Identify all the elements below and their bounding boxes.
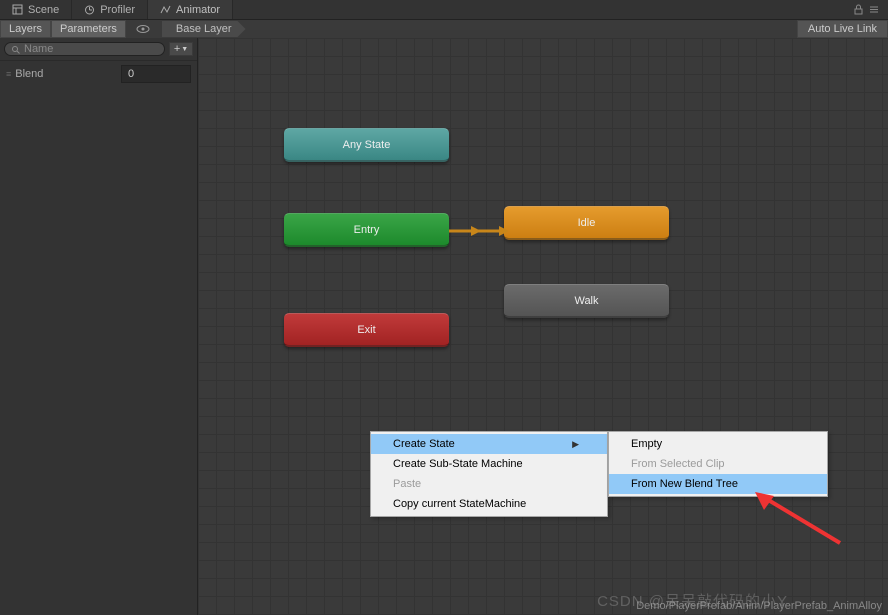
breadcrumb-base-layer[interactable]: Base Layer — [162, 21, 246, 37]
lock-toggle[interactable] — [846, 0, 888, 19]
scene-tab[interactable]: Scene — [0, 0, 72, 19]
eye-icon[interactable] — [132, 24, 154, 34]
menu-label: Copy current StateMachine — [393, 498, 526, 510]
menu-create-state[interactable]: Create State ▶ — [371, 434, 607, 454]
parameter-row[interactable]: ≡ Blend 0 — [0, 61, 197, 87]
animator-tab-label: Animator — [176, 4, 220, 16]
parameters-label: Parameters — [60, 23, 117, 35]
profiler-tab[interactable]: Profiler — [72, 0, 148, 19]
menu-label: From Selected Clip — [631, 458, 725, 470]
node-label: Exit — [357, 324, 375, 336]
chevron-down-icon: ▼ — [181, 46, 188, 53]
transition-entry-idle[interactable] — [449, 224, 509, 238]
animator-subbar: Layers Parameters Base Layer Auto Live L… — [0, 20, 888, 38]
autolive-label: Auto Live Link — [808, 23, 877, 35]
menu-paste: Paste — [371, 474, 607, 494]
entry-node[interactable]: Entry — [284, 213, 449, 247]
node-label: Idle — [578, 217, 596, 229]
exit-node[interactable]: Exit — [284, 313, 449, 347]
submenu-from-selected-clip: From Selected Clip — [609, 454, 827, 474]
context-menu: Create State ▶ Create Sub-State Machine … — [370, 431, 608, 517]
parameter-value-input[interactable]: 0 — [121, 65, 191, 83]
animator-graph[interactable]: Any State Entry Idle Walk Exit Create St… — [198, 38, 888, 615]
window-tabbar: Scene Profiler Animator — [0, 0, 888, 20]
animator-icon — [160, 4, 171, 15]
lock-icon — [854, 4, 863, 15]
layers-button[interactable]: Layers — [0, 20, 51, 38]
submenu-arrow-icon: ▶ — [572, 439, 579, 450]
node-label: Walk — [574, 295, 598, 307]
scene-icon — [12, 4, 23, 15]
menu-label: Empty — [631, 438, 662, 450]
any-state-node[interactable]: Any State — [284, 128, 449, 162]
menu-label: Create Sub-State Machine — [393, 458, 523, 470]
parameter-search-input[interactable]: Name — [4, 42, 165, 56]
add-parameter-button[interactable]: + ▼ — [169, 42, 193, 56]
footer-path: Demo/PlayerPrefab/Anim/PlayerPrefab_Anim… — [636, 600, 882, 612]
breadcrumb: Base Layer — [126, 20, 246, 38]
drag-handle-icon[interactable]: ≡ — [6, 69, 9, 79]
annotation-arrow — [750, 488, 850, 548]
node-label: Entry — [354, 224, 380, 236]
menu-create-sub-state-machine[interactable]: Create Sub-State Machine — [371, 454, 607, 474]
parameters-button[interactable]: Parameters — [51, 20, 126, 38]
menu-label: From New Blend Tree — [631, 478, 738, 490]
idle-node[interactable]: Idle — [504, 206, 669, 240]
submenu-from-new-blend-tree[interactable]: From New Blend Tree — [609, 474, 827, 494]
parameter-name: Blend — [15, 68, 115, 80]
dropdown-icon — [868, 4, 880, 15]
search-icon — [11, 45, 20, 54]
layers-label: Layers — [9, 23, 42, 35]
menu-label: Paste — [393, 478, 421, 490]
parameters-panel: Name + ▼ ≡ Blend 0 — [0, 38, 198, 615]
parameter-search-row: Name + ▼ — [0, 38, 197, 61]
walk-node[interactable]: Walk — [504, 284, 669, 318]
auto-live-link-button[interactable]: Auto Live Link — [797, 20, 888, 38]
create-state-submenu: Empty From Selected Clip From New Blend … — [608, 431, 828, 497]
animator-tab[interactable]: Animator — [148, 0, 233, 19]
scene-tab-label: Scene — [28, 4, 59, 16]
menu-copy-current-statemachine[interactable]: Copy current StateMachine — [371, 494, 607, 514]
profiler-icon — [84, 4, 95, 15]
plus-icon: + — [174, 43, 180, 55]
submenu-empty[interactable]: Empty — [609, 434, 827, 454]
main-area: Name + ▼ ≡ Blend 0 Any State Entry Idle … — [0, 38, 888, 615]
menu-label: Create State — [393, 438, 455, 450]
profiler-tab-label: Profiler — [100, 4, 135, 16]
node-label: Any State — [343, 139, 391, 151]
search-placeholder: Name — [24, 43, 53, 55]
breadcrumb-label: Base Layer — [176, 23, 232, 35]
